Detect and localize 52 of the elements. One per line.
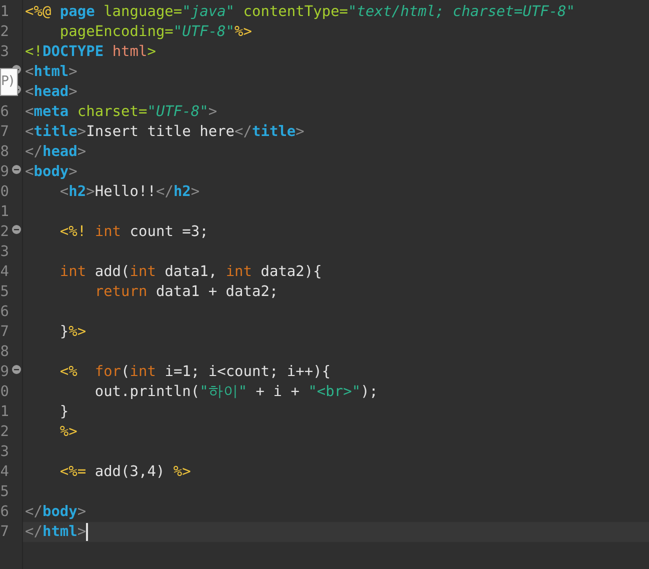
code-line: </body> <box>25 503 86 522</box>
collapse-icon[interactable] <box>12 365 21 374</box>
code-line: <title>Insert title here</title> <box>25 123 304 142</box>
tooltip: P) <box>0 68 18 96</box>
collapse-icon[interactable] <box>12 165 21 174</box>
line-number: 6 <box>0 103 9 122</box>
line-number: 4 <box>0 463 9 482</box>
code-line: <body> <box>25 163 78 182</box>
line-number: 9 <box>0 163 9 182</box>
line-number: 8 <box>0 143 9 162</box>
line-number: 4 <box>0 263 9 282</box>
line-number: 5 <box>0 483 9 502</box>
line-number: 9 <box>0 363 9 382</box>
line-number: 6 <box>0 303 9 322</box>
code-line: pageEncoding="UTF-8"%> <box>58 23 252 42</box>
code-line: <%= add(3,4) %> <box>58 463 191 482</box>
code-line: return data1 + data2; <box>94 283 278 302</box>
line-number: 5 <box>0 283 9 302</box>
code-line: </html> <box>25 523 86 542</box>
code-line: <meta charset="UTF-8"> <box>25 103 218 122</box>
code-line: <%@ page language="java" contentType="text/html; charset=UTF-8" <box>25 3 576 22</box>
line-number: 7 <box>0 123 9 142</box>
line-number: 3 <box>0 443 9 462</box>
code-line: <html> <box>25 63 78 82</box>
line-number: 3 <box>0 43 9 62</box>
code-line: </head> <box>25 143 86 162</box>
line-number: 3 <box>0 243 9 262</box>
line-number: 7 <box>0 323 9 342</box>
line-number: 1 <box>0 203 9 222</box>
line-number: 8 <box>0 343 9 362</box>
code-line: <h2>Hello!!</h2> <box>58 183 200 202</box>
line-number: 1 <box>0 403 9 422</box>
collapse-icon[interactable] <box>12 225 21 234</box>
line-number: 2 <box>0 23 9 42</box>
code-line: } <box>58 403 69 422</box>
code-line: <%! int count =3; <box>58 223 208 242</box>
code-line: }%> <box>58 323 86 342</box>
line-number: 2 <box>0 423 9 442</box>
code-editor[interactable] <box>0 0 649 569</box>
code-line: %> <box>58 423 78 442</box>
line-number: 6 <box>0 503 9 522</box>
line-number: 1 <box>0 3 9 22</box>
text-cursor <box>86 523 88 541</box>
code-line: out.println("하이" + i + "<br>"); <box>94 383 378 402</box>
line-number: 7 <box>0 523 9 542</box>
code-line: <head> <box>25 83 78 102</box>
code-line: <!DOCTYPE html> <box>25 43 156 62</box>
line-number: 2 <box>0 223 9 242</box>
line-number: 0 <box>0 183 9 202</box>
line-number: 0 <box>0 383 9 402</box>
code-line: <% for(int i=1; i<count; i++){ <box>58 363 331 382</box>
code-line: int add(int data1, int data2){ <box>58 263 322 282</box>
